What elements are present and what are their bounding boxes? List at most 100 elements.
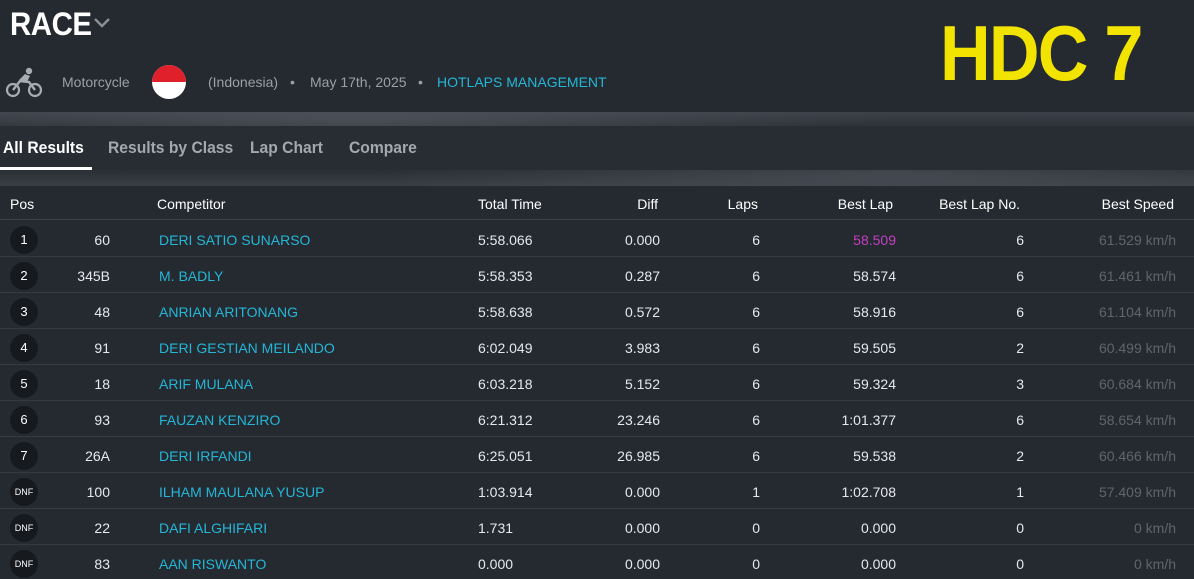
table-row[interactable]: 2 345B M. BADLY 5:58.353 0.287 6 58.574 6 61.461… bbox=[0, 257, 1194, 293]
organizer-link[interactable]: HOTLAPS MANAGEMENT bbox=[437, 74, 607, 90]
best-speed: 0 km/h bbox=[1133, 520, 1176, 536]
total-time: 0.000 bbox=[478, 556, 514, 572]
best-lap: 58.574 bbox=[853, 268, 896, 284]
competitor-name-link[interactable]: DAFI ALGHIFARI bbox=[159, 520, 267, 536]
diff: 0.572 bbox=[624, 304, 660, 320]
best-lap-no: 6 bbox=[1016, 412, 1024, 428]
competitor-name-link[interactable]: M. BADLY bbox=[159, 268, 223, 284]
table-row[interactable]: DNF 22 DAFI ALGHIFARI 1.731 0.000 0 0.000 0 0 km… bbox=[0, 509, 1194, 545]
competitor-name-link[interactable]: ARIF MULANA bbox=[159, 376, 253, 392]
diff: 5.152 bbox=[624, 376, 660, 392]
table-row[interactable]: 4 91 DERI GESTIAN MEILANDO 6:02.049 3.983 6 59… bbox=[0, 329, 1194, 365]
col-pos[interactable]: Pos bbox=[10, 196, 34, 212]
event-category: Motorcycle bbox=[62, 74, 130, 90]
competitor-number: 26A bbox=[85, 448, 110, 464]
laps: 1 bbox=[752, 484, 760, 500]
event-country: (Indonesia) bbox=[208, 74, 279, 90]
race-header: RACE HDC 7 Motorcycle (Indonesia) • May … bbox=[0, 0, 1194, 112]
table-row[interactable]: 1 60 DERI SATIO SUNARSO 5:58.066 0.000 6 58.50… bbox=[0, 221, 1194, 257]
best-lap-no: 6 bbox=[1016, 232, 1024, 248]
position-badge: 3 bbox=[10, 298, 38, 326]
diff: 3.983 bbox=[624, 340, 660, 356]
col-competitor[interactable]: Competitor bbox=[157, 196, 225, 212]
diff: 0.000 bbox=[624, 556, 660, 572]
position-badge: 6 bbox=[10, 406, 38, 434]
event-date: May 17th, 2025 bbox=[310, 74, 407, 90]
best-lap-no: 0 bbox=[1016, 520, 1024, 536]
diff: 0.287 bbox=[624, 268, 660, 284]
diff: 0.000 bbox=[624, 232, 660, 248]
total-time: 6:25.051 bbox=[478, 448, 533, 464]
chevron-down-icon[interactable] bbox=[92, 16, 112, 30]
best-lap: 58.916 bbox=[853, 304, 896, 320]
position-badge: 2 bbox=[10, 262, 38, 290]
table-row[interactable]: 7 26A DERI IRFANDI 6:25.051 26.985 6 59.538 2 60… bbox=[0, 437, 1194, 473]
laps: 6 bbox=[752, 268, 760, 284]
tab-compare[interactable]: Compare bbox=[349, 138, 417, 158]
col-best-speed[interactable]: Best Speed bbox=[1040, 196, 1174, 212]
competitor-name-link[interactable]: FAUZAN KENZIRO bbox=[159, 412, 280, 428]
table-row[interactable]: DNF 100 ILHAM MAULANA YUSUP 1:03.914 0.000 1 1… bbox=[0, 473, 1194, 509]
total-time: 6:03.218 bbox=[478, 376, 533, 392]
best-speed: 0 km/h bbox=[1133, 556, 1176, 572]
best-speed: 61.104 km/h bbox=[1098, 304, 1176, 320]
col-best-lap-no[interactable]: Best Lap No. bbox=[920, 196, 1020, 212]
competitor-name-link[interactable]: ANRIAN ARITONANG bbox=[159, 304, 298, 320]
best-lap: 0.000 bbox=[860, 556, 896, 572]
col-best-lap[interactable]: Best Lap bbox=[780, 196, 893, 212]
laps: 6 bbox=[752, 232, 760, 248]
best-lap: 59.324 bbox=[853, 376, 896, 392]
indonesia-flag-icon bbox=[152, 65, 186, 99]
competitor-number: 60 bbox=[94, 232, 110, 248]
best-lap-no: 2 bbox=[1016, 448, 1024, 464]
table-row[interactable]: DNF 83 AAN RISWANTO 0.000 0.000 0 0.000 0 0 km/h bbox=[0, 545, 1194, 579]
laps: 6 bbox=[752, 376, 760, 392]
col-total-time[interactable]: Total Time bbox=[478, 196, 542, 212]
best-lap-no: 6 bbox=[1016, 304, 1024, 320]
best-speed: 61.461 km/h bbox=[1098, 268, 1176, 284]
best-lap: 1:02.708 bbox=[841, 484, 897, 500]
best-lap-no: 3 bbox=[1016, 376, 1024, 392]
competitor-name-link[interactable]: DERI GESTIAN MEILANDO bbox=[159, 340, 335, 356]
col-diff[interactable]: Diff bbox=[560, 196, 658, 212]
best-speed: 57.409 km/h bbox=[1098, 484, 1176, 500]
tab-results-by-class[interactable]: Results by Class bbox=[108, 138, 233, 158]
active-tab-indicator bbox=[0, 167, 92, 170]
position-badge: 5 bbox=[10, 370, 38, 398]
position-badge: DNF bbox=[10, 478, 38, 506]
laps: 0 bbox=[752, 520, 760, 536]
page-title: RACE bbox=[10, 6, 92, 42]
table-row[interactable]: 6 93 FAUZAN KENZIRO 6:21.312 23.246 6 1:01.377… bbox=[0, 401, 1194, 437]
position-badge: 1 bbox=[10, 226, 38, 254]
total-time: 5:58.638 bbox=[478, 304, 533, 320]
best-speed: 61.529 km/h bbox=[1098, 232, 1176, 248]
tab-lap-chart[interactable]: Lap Chart bbox=[250, 138, 323, 158]
laps: 6 bbox=[752, 412, 760, 428]
position-badge: 7 bbox=[10, 442, 38, 470]
total-time: 6:21.312 bbox=[478, 412, 533, 428]
best-lap: 59.538 bbox=[853, 448, 896, 464]
diff: 26.985 bbox=[617, 448, 660, 464]
table-row[interactable]: 5 18 ARIF MULANA 6:03.218 5.152 6 59.324 3 60.68… bbox=[0, 365, 1194, 401]
table-header: Pos Competitor Total Time Diff Laps Best… bbox=[0, 186, 1194, 220]
competitor-number: 93 bbox=[94, 412, 110, 428]
best-speed: 60.499 km/h bbox=[1098, 340, 1176, 356]
tab-all-results[interactable]: All Results bbox=[3, 138, 84, 158]
competitor-name-link[interactable]: DERI IRFANDI bbox=[159, 448, 252, 464]
competitor-number: 345B bbox=[77, 268, 110, 284]
diff: 0.000 bbox=[624, 484, 660, 500]
results-tabs: All Results Results by Class Lap Chart C… bbox=[0, 126, 1194, 170]
total-time: 5:58.353 bbox=[478, 268, 533, 284]
competitor-name-link[interactable]: DERI SATIO SUNARSO bbox=[159, 232, 310, 248]
diff: 0.000 bbox=[624, 520, 660, 536]
laps: 6 bbox=[752, 304, 760, 320]
table-row[interactable]: 3 48 ANRIAN ARITONANG 5:58.638 0.572 6 58.916 6… bbox=[0, 293, 1194, 329]
meta-separator: • bbox=[418, 74, 423, 90]
competitor-number: 48 bbox=[94, 304, 110, 320]
col-laps[interactable]: Laps bbox=[680, 196, 758, 212]
total-time: 1:03.914 bbox=[478, 484, 533, 500]
competitor-name-link[interactable]: AAN RISWANTO bbox=[159, 556, 266, 572]
competitor-name-link[interactable]: ILHAM MAULANA YUSUP bbox=[159, 484, 324, 500]
position-badge: DNF bbox=[10, 550, 38, 578]
best-speed: 60.684 km/h bbox=[1098, 376, 1176, 392]
